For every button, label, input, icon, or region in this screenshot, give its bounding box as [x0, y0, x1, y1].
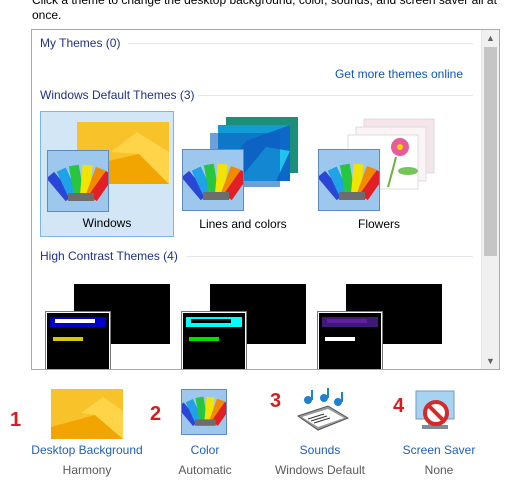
intro-text: Click a theme to change the desktop back…: [32, 0, 497, 22]
hc-title-text: [55, 319, 95, 323]
number-marker-1: 1: [10, 409, 22, 431]
hc-window-thumb: [182, 312, 246, 369]
screen-saver-value: None: [424, 463, 454, 477]
hc-title-text: [327, 319, 367, 323]
theme-lines-and-colors[interactable]: Lines and colors: [176, 111, 310, 237]
scroll-up-arrow-icon[interactable]: ▲: [482, 30, 499, 46]
group-divider: [128, 43, 473, 44]
vertical-scrollbar[interactable]: ▲ ▼: [481, 30, 499, 369]
desktop-background-link[interactable]: Desktop Background: [22, 443, 152, 457]
hc-accent-bar: [189, 337, 219, 341]
get-more-themes-link[interactable]: Get more themes online: [335, 67, 463, 81]
theme-palette-icon: [182, 149, 244, 211]
sounds-link[interactable]: Sounds: [270, 443, 370, 457]
scrollbar-thumb[interactable]: [484, 47, 497, 256]
hc-window-thumb: [318, 312, 382, 369]
desktop-background-icon[interactable]: [51, 389, 123, 439]
screen-saver-link[interactable]: Screen Saver: [389, 443, 489, 457]
theme-palette-icon: [318, 149, 380, 211]
theme-high-contrast-3[interactable]: [314, 270, 448, 369]
my-themes-header: My Themes (0): [40, 36, 121, 50]
hc-title-text: [191, 319, 231, 323]
high-contrast-header: High Contrast Themes (4): [40, 249, 178, 263]
number-marker-4: 4: [393, 395, 405, 417]
group-divider: [198, 95, 473, 96]
sounds-icon[interactable]: [294, 388, 350, 434]
theme-list-panel[interactable]: My Themes (0) Get more themes online Win…: [31, 29, 500, 370]
number-marker-2: 2: [150, 403, 162, 425]
theme-flowers[interactable]: Flowers: [312, 111, 446, 237]
default-themes-header: Windows Default Themes (3): [40, 88, 195, 102]
theme-palette-icon: [47, 150, 109, 212]
hc-accent-bar: [53, 337, 83, 341]
hc-accent-bar: [325, 337, 355, 341]
color-palette-icon[interactable]: [181, 389, 227, 435]
theme-high-contrast-2[interactable]: [178, 270, 312, 369]
group-divider: [187, 256, 473, 257]
color-link[interactable]: Color: [165, 443, 245, 457]
theme-label: Windows: [82, 216, 132, 230]
screen-saver-icon[interactable]: [412, 389, 460, 433]
theme-label: Flowers: [357, 217, 400, 231]
scroll-down-arrow-icon[interactable]: ▼: [482, 353, 499, 369]
sounds-value: Windows Default: [274, 463, 366, 477]
desktop-background-value: Harmony: [62, 463, 112, 477]
theme-label: Lines and colors: [199, 217, 287, 231]
theme-windows[interactable]: Windows: [40, 111, 174, 237]
color-value: Automatic: [178, 463, 232, 477]
number-marker-3: 3: [270, 390, 282, 412]
hc-window-thumb: [46, 312, 110, 369]
theme-high-contrast-1[interactable]: [42, 270, 176, 369]
